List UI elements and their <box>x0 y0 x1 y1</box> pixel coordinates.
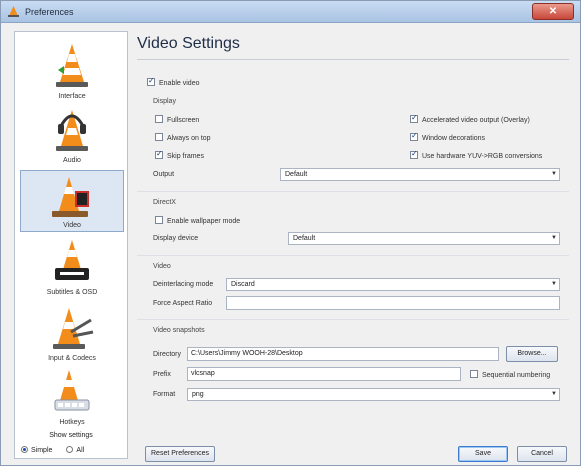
output-value: Default <box>285 171 308 178</box>
fullscreen-checkbox[interactable]: Fullscreen <box>155 115 199 124</box>
radio-all-label: All <box>76 447 85 454</box>
display-device-value: Default <box>293 235 316 242</box>
radio-simple[interactable]: Simple <box>21 446 52 454</box>
close-button[interactable]: ✕ <box>532 3 574 20</box>
section-divider <box>137 191 569 192</box>
cone-icon <box>56 44 88 87</box>
video-heading: Video <box>153 263 171 270</box>
title-divider <box>137 59 569 60</box>
chevron-down-icon: ▼ <box>551 281 557 287</box>
settings-mode-group: Simple All <box>21 446 84 454</box>
wallpaper-mode-checkbox[interactable]: Enable wallpaper mode <box>155 216 240 225</box>
display-device-label: Display device <box>153 235 199 242</box>
chevron-down-icon: ▼ <box>551 171 557 177</box>
wallpaper-mode-label: Enable wallpaper mode <box>167 218 241 225</box>
radio-selected-icon <box>21 446 28 453</box>
hardware-yuv-checkbox[interactable]: Use hardware YUV->RGB conversions <box>410 149 543 160</box>
codec-cone-icon <box>53 308 94 349</box>
sidebar-item-label: Interface <box>58 93 86 100</box>
prefix-label: Prefix <box>153 371 171 378</box>
preferences-window: Preferences ✕ Interface Audio Video Subt… <box>0 0 581 466</box>
save-button[interactable]: Save <box>458 446 508 462</box>
directory-label: Directory <box>153 351 182 358</box>
checkbox-checked-icon <box>155 149 163 159</box>
sidebar-item-interface[interactable]: Interface <box>20 40 124 102</box>
checkbox-checked-icon <box>410 149 418 159</box>
deinterlacing-select[interactable]: Discard ▼ <box>226 278 560 291</box>
output-label: Output <box>153 171 175 178</box>
section-divider <box>137 255 569 256</box>
aspect-ratio-input[interactable] <box>226 296 560 310</box>
sidebar-item-label: Video <box>63 222 81 229</box>
show-settings-label: Show settings <box>49 432 93 439</box>
vlc-cone-icon <box>8 6 19 17</box>
category-sidebar: Interface Audio Video Subtitles & OSD In… <box>14 31 128 459</box>
skip-frames-checkbox[interactable]: Skip frames <box>155 149 204 160</box>
sidebar-item-audio[interactable]: Audio <box>20 104 124 166</box>
radio-simple-label: Simple <box>31 447 53 454</box>
window-decorations-label: Window decorations <box>422 135 486 142</box>
browse-button[interactable]: Browse... <box>506 346 558 362</box>
window-decorations-checkbox[interactable]: Window decorations <box>410 131 486 142</box>
checkbox-checked-icon <box>147 76 155 86</box>
format-value: png <box>192 391 204 398</box>
snapshots-heading: Video snapshots <box>153 327 205 334</box>
directx-heading: DirectX <box>153 199 176 206</box>
deinterlacing-value: Discard <box>231 281 255 288</box>
sequential-numbering-checkbox[interactable]: Sequential numbering <box>470 370 550 379</box>
checkbox-checked-icon <box>410 113 418 123</box>
page-title: Video Settings <box>137 35 240 52</box>
checkbox-icon <box>155 216 163 224</box>
deinterlacing-label: Deinterlacing mode <box>153 281 214 288</box>
skip-frames-label: Skip frames <box>167 153 204 160</box>
sidebar-item-label: Subtitles & OSD <box>46 289 98 296</box>
reset-preferences-button[interactable]: Reset Preferences <box>145 446 215 462</box>
enable-video-label: Enable video <box>159 80 200 87</box>
sidebar-item-video[interactable]: Video <box>20 170 124 232</box>
checkbox-checked-icon <box>410 131 418 141</box>
display-heading: Display <box>153 98 176 105</box>
format-select[interactable]: png ▼ <box>187 388 560 401</box>
output-select[interactable]: Default ▼ <box>280 168 560 181</box>
enable-video-checkbox[interactable]: Enable video <box>147 76 200 87</box>
settings-panel: Video Settings Enable video Display Full… <box>137 31 572 431</box>
sidebar-item-label: Hotkeys <box>59 419 85 426</box>
chevron-down-icon: ▼ <box>551 235 557 241</box>
radio-all[interactable]: All <box>66 446 84 454</box>
sidebar-item-hotkeys[interactable]: Hotkeys <box>20 366 124 428</box>
accelerated-output-label: Accelerated video output (Overlay) <box>422 117 530 124</box>
close-icon: ✕ <box>548 6 558 17</box>
sequential-numbering-label: Sequential numbering <box>482 372 551 379</box>
aspect-ratio-label: Force Aspect Ratio <box>153 300 213 307</box>
directory-input[interactable]: C:\Users\Jimmy WOOH-28\Desktop <box>187 347 499 361</box>
checkbox-icon <box>155 115 163 123</box>
section-divider <box>137 319 569 320</box>
checkbox-icon <box>470 370 478 378</box>
format-label: Format <box>153 391 176 398</box>
hardware-yuv-label: Use hardware YUV->RGB conversions <box>422 153 543 160</box>
sidebar-item-label: Input & Codecs <box>48 355 96 362</box>
hotkey-cone-icon <box>54 370 90 411</box>
subtitle-cone-icon <box>55 240 89 280</box>
always-on-top-checkbox[interactable]: Always on top <box>155 133 211 142</box>
always-on-top-label: Always on top <box>167 135 211 142</box>
prefix-input[interactable]: vlcsnap <box>187 367 461 381</box>
radio-unselected-icon <box>66 446 74 453</box>
cancel-button[interactable]: Cancel <box>517 446 567 462</box>
checkbox-icon <box>155 133 163 141</box>
display-device-select[interactable]: Default ▼ <box>288 232 560 245</box>
sidebar-item-input-codecs[interactable]: Input & Codecs <box>20 302 124 364</box>
film-cone-icon <box>52 177 89 217</box>
chevron-down-icon: ▼ <box>551 391 557 397</box>
window-title: Preferences <box>25 7 74 17</box>
fullscreen-label: Fullscreen <box>167 117 200 124</box>
sidebar-item-label: Audio <box>63 157 81 164</box>
headphones-cone-icon <box>56 110 88 151</box>
title-bar: Preferences ✕ <box>1 1 580 23</box>
sidebar-item-subtitles[interactable]: Subtitles & OSD <box>20 236 124 298</box>
accelerated-output-checkbox[interactable]: Accelerated video output (Overlay) <box>410 113 530 124</box>
